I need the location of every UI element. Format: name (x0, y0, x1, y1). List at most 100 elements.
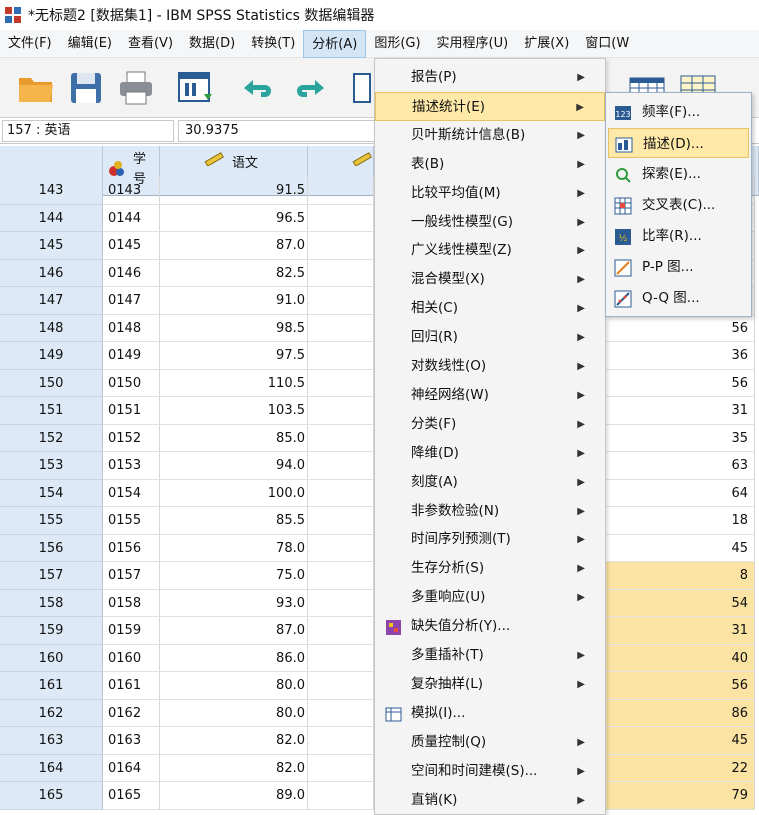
analyze-menu-item[interactable]: 降维(D) ▶ (375, 439, 605, 468)
row-number[interactable]: 158 (0, 589, 103, 617)
cell-next[interactable] (308, 204, 374, 232)
submenu-item[interactable]: 交叉表(C)... (608, 190, 749, 220)
cell-right[interactable]: 40 (605, 644, 755, 672)
goto-case-icon[interactable] (350, 68, 374, 108)
menu-graphs[interactable]: 图形(G) (366, 30, 428, 58)
row-number[interactable]: 146 (0, 259, 103, 287)
analyze-menu-item[interactable]: 模拟(I)... (375, 699, 605, 728)
cell-next[interactable] (308, 452, 374, 480)
analyze-menu-item[interactable]: 直销(K) ▶ (375, 786, 605, 815)
submenu-item[interactable]: 探索(E)... (608, 159, 749, 189)
row-number[interactable]: 149 (0, 342, 103, 370)
row-number[interactable]: 147 (0, 287, 103, 315)
row-number[interactable]: 155 (0, 507, 103, 535)
analyze-menu-item[interactable]: 贝叶斯统计信息(B) ▶ (375, 121, 605, 150)
row-number[interactable]: 151 (0, 397, 103, 425)
cell-right[interactable]: 86 (605, 699, 755, 727)
row-number[interactable]: 148 (0, 314, 103, 342)
cell-chinese-score[interactable]: 78.0 (160, 534, 308, 562)
cell-right[interactable]: 56 (605, 369, 755, 397)
cell-id[interactable]: 0156 (103, 534, 160, 562)
row-number[interactable]: 157 (0, 562, 103, 590)
cell-id[interactable]: 0147 (103, 287, 160, 315)
analyze-menu-item[interactable]: 广义线性模型(Z) ▶ (375, 236, 605, 265)
analyze-menu-item[interactable]: 混合模型(X) ▶ (375, 265, 605, 294)
cell-chinese-score[interactable]: 75.0 (160, 562, 308, 590)
cell-chinese-score[interactable]: 98.5 (160, 314, 308, 342)
analyze-menu-item[interactable]: 缺失值分析(Y)... (375, 612, 605, 641)
cell-chinese-score[interactable]: 82.5 (160, 259, 308, 287)
cell-chinese-score[interactable]: 91.0 (160, 287, 308, 315)
row-number[interactable]: 152 (0, 424, 103, 452)
analyze-menu-item[interactable]: 报告(P) ▶ (375, 63, 605, 92)
menu-window[interactable]: 窗口(W (577, 30, 637, 58)
submenu-item[interactable]: ½ 比率(R)... (608, 221, 749, 251)
submenu-item[interactable]: Q-Q 图... (608, 283, 749, 313)
analyze-menu-item[interactable]: 相关(C) ▶ (375, 294, 605, 323)
cell-chinese-score[interactable]: 91.5 (160, 177, 308, 205)
cell-id[interactable]: 0152 (103, 424, 160, 452)
cell-chinese-score[interactable]: 82.0 (160, 754, 308, 782)
analyze-menu-item[interactable]: 比较平均值(M) ▶ (375, 179, 605, 208)
cell-next[interactable] (308, 424, 374, 452)
cell-next[interactable] (308, 644, 374, 672)
analyze-menu-item[interactable]: 空间和时间建模(S)... ▶ (375, 757, 605, 786)
cell-next[interactable] (308, 397, 374, 425)
analyze-menu-item[interactable]: 描述统计(E) ▶ (375, 91, 605, 121)
cell-chinese-score[interactable]: 89.0 (160, 782, 308, 810)
analyze-menu-item[interactable]: 多重插补(T) ▶ (375, 641, 605, 670)
cell-id[interactable]: 0155 (103, 507, 160, 535)
analyze-menu-item[interactable]: 表(B) ▶ (375, 150, 605, 179)
cell-chinese-score[interactable]: 100.0 (160, 479, 308, 507)
cell-next[interactable] (308, 562, 374, 590)
row-number[interactable]: 153 (0, 452, 103, 480)
cell-right[interactable]: 63 (605, 452, 755, 480)
print-icon[interactable] (116, 68, 156, 108)
menu-extensions[interactable]: 扩展(X) (516, 30, 577, 58)
submenu-item[interactable]: P-P 图... (608, 252, 749, 282)
analyze-menu-item[interactable]: 复杂抽样(L) ▶ (375, 670, 605, 699)
cell-chinese-score[interactable]: 85.5 (160, 507, 308, 535)
cell-right[interactable]: 36 (605, 342, 755, 370)
menu-utilities[interactable]: 实用程序(U) (429, 30, 517, 58)
cell-right[interactable]: 8 (605, 562, 755, 590)
submenu-item[interactable]: 123 频率(F)... (608, 97, 749, 127)
cell-next[interactable] (308, 479, 374, 507)
cell-next[interactable] (308, 287, 374, 315)
row-number[interactable]: 162 (0, 699, 103, 727)
cell-right[interactable]: 64 (605, 479, 755, 507)
cell-right[interactable]: 35 (605, 424, 755, 452)
cell-id[interactable]: 0161 (103, 672, 160, 700)
cell-next[interactable] (308, 507, 374, 535)
cell-id[interactable]: 0149 (103, 342, 160, 370)
cell-id[interactable]: 0151 (103, 397, 160, 425)
cell-id[interactable]: 0165 (103, 782, 160, 810)
cell-next[interactable] (308, 699, 374, 727)
cell-next[interactable] (308, 617, 374, 645)
dialog-recall-icon[interactable] (176, 68, 216, 108)
analyze-menu-item[interactable]: 回归(R) ▶ (375, 323, 605, 352)
cell-id[interactable]: 0160 (103, 644, 160, 672)
open-folder-icon[interactable] (16, 68, 56, 108)
cell-id[interactable]: 0150 (103, 369, 160, 397)
menu-analyze[interactable]: 分析(A) (303, 29, 367, 58)
analyze-menu-item[interactable]: 非参数检验(N) ▶ (375, 497, 605, 526)
cell-right[interactable]: 18 (605, 507, 755, 535)
analyze-menu-item[interactable]: 一般线性模型(G) ▶ (375, 208, 605, 237)
cell-id[interactable]: 0144 (103, 204, 160, 232)
cell-id[interactable]: 0143 (103, 177, 160, 205)
cell-id[interactable]: 0148 (103, 314, 160, 342)
cell-id[interactable]: 0154 (103, 479, 160, 507)
row-number[interactable]: 145 (0, 232, 103, 260)
cell-right[interactable]: 79 (605, 782, 755, 810)
cell-chinese-score[interactable]: 110.5 (160, 369, 308, 397)
cell-chinese-score[interactable]: 86.0 (160, 644, 308, 672)
row-number[interactable]: 159 (0, 617, 103, 645)
cell-value-field[interactable]: 30.9375 (178, 120, 378, 142)
cell-id[interactable]: 0146 (103, 259, 160, 287)
cell-id[interactable]: 0164 (103, 754, 160, 782)
cell-next[interactable] (308, 782, 374, 810)
analyze-menu-item[interactable]: 刻度(A) ▶ (375, 468, 605, 497)
cell-id[interactable]: 0153 (103, 452, 160, 480)
cell-right[interactable]: 56 (605, 314, 755, 342)
